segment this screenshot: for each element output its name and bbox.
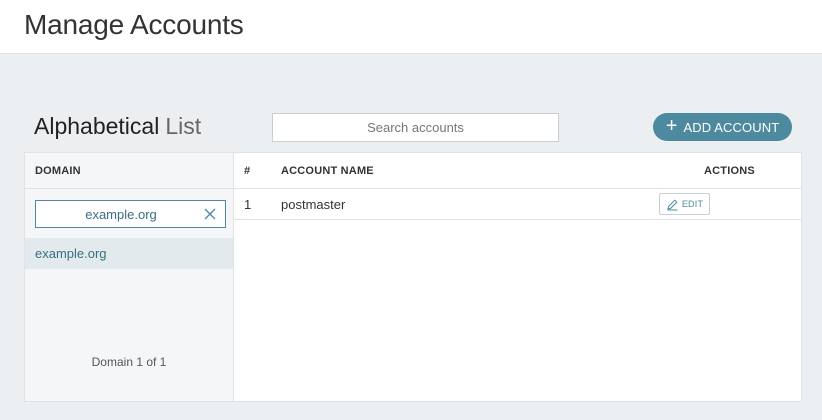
add-account-label: ADD ACCOUNT: [683, 119, 780, 135]
pencil-icon: [667, 198, 678, 210]
list-title-light: List: [165, 113, 202, 139]
accounts-panel: DOMAIN example.org Domain 1 of 1 # ACCOU…: [24, 152, 802, 402]
domain-column: DOMAIN example.org Domain 1 of 1: [25, 153, 234, 401]
domain-filter: [35, 200, 226, 228]
edit-account-button[interactable]: EDIT: [659, 193, 710, 215]
domain-column-header: DOMAIN: [25, 153, 234, 189]
list-title: Alphabetical List: [34, 113, 201, 140]
domain-pager: Domain 1 of 1: [91, 355, 167, 369]
column-header-account-name: ACCOUNT NAME: [281, 165, 374, 177]
add-account-button[interactable]: + ADD ACCOUNT: [653, 113, 792, 141]
edit-label: EDIT: [681, 199, 704, 209]
account-row-num: 1: [244, 197, 252, 212]
table-row: 1 postmaster EDIT: [234, 189, 801, 220]
page-title: Manage Accounts: [24, 9, 244, 40]
account-row-name: postmaster: [281, 197, 346, 212]
close-icon[interactable]: [203, 207, 217, 221]
top-header: Manage Accounts: [0, 0, 822, 54]
domain-list-item[interactable]: example.org: [25, 238, 233, 269]
domain-filter-input[interactable]: [36, 201, 206, 227]
column-header-num: #: [244, 165, 251, 177]
plus-icon: +: [665, 115, 678, 137]
accounts-table: # ACCOUNT NAME ACTIONS 1 postmaster EDIT: [234, 153, 801, 220]
list-title-strong: Alphabetical: [34, 113, 160, 139]
table-header: # ACCOUNT NAME ACTIONS: [234, 153, 801, 189]
search-accounts-input[interactable]: [272, 113, 559, 142]
column-header-actions: ACTIONS: [704, 165, 755, 177]
